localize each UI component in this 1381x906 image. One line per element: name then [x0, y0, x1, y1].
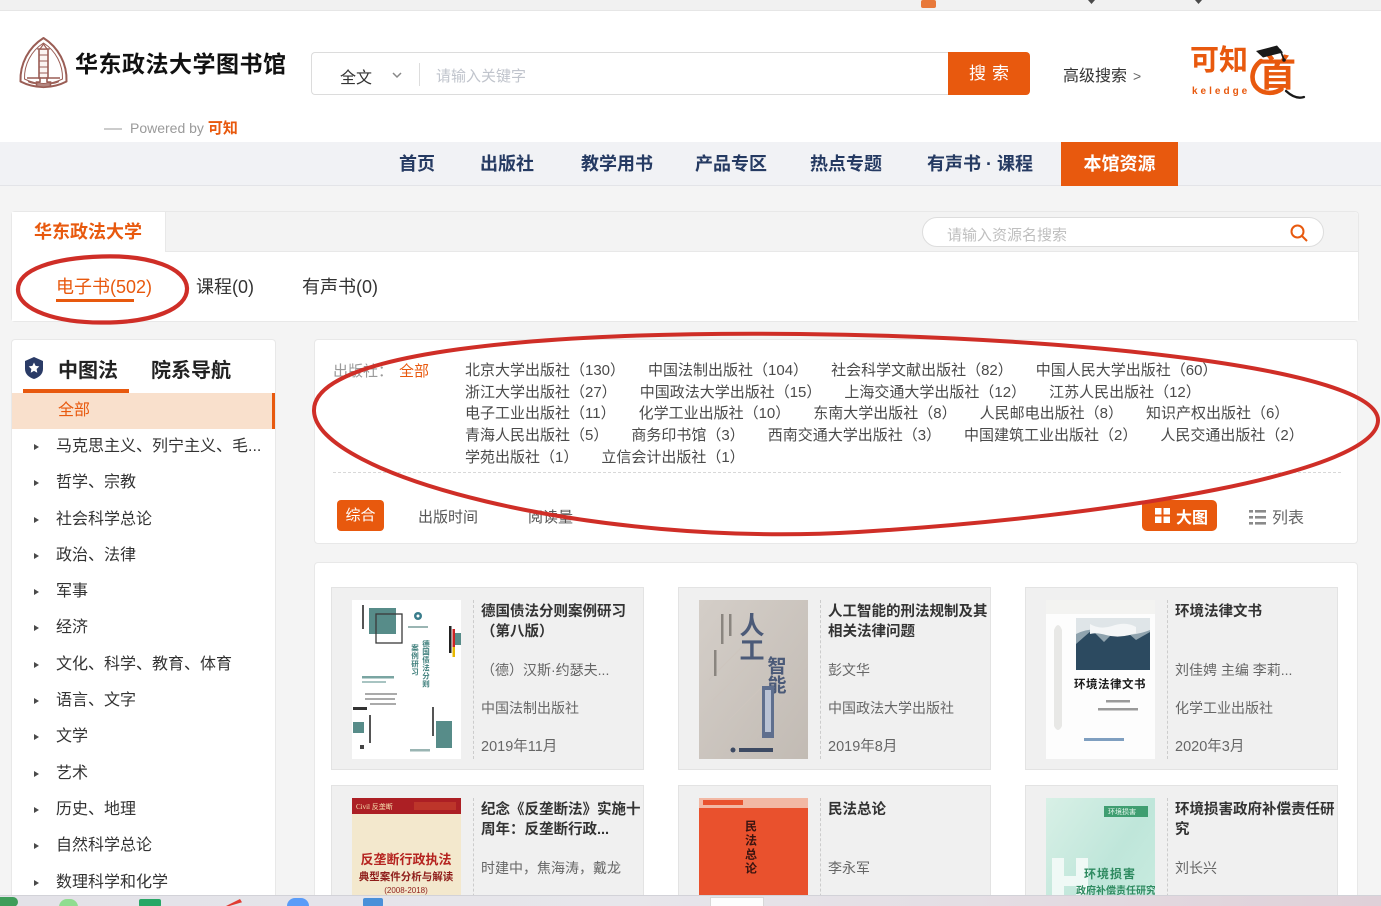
svg-text:Civil 反垄断: Civil 反垄断	[356, 802, 393, 812]
svg-text:环境损害: 环境损害	[1108, 807, 1136, 817]
svg-text:德国债法分则: 德国债法分则	[421, 639, 432, 689]
svg-text:环境法律文书: 环境法律文书	[1074, 676, 1146, 692]
svg-text:民法总论: 民法总论	[743, 820, 760, 876]
svg-text:环境损害: 环境损害	[1084, 865, 1136, 882]
svg-text:人工: 人工	[734, 612, 770, 662]
svg-text:(2008-2018): (2008-2018)	[384, 886, 428, 895]
svg-text:案例研习: 案例研习	[410, 643, 421, 677]
svg-text:反垄断行政执法: 反垄断行政执法	[360, 849, 451, 868]
svg-text:典型案件分析与解读: 典型案件分析与解读	[359, 869, 454, 884]
